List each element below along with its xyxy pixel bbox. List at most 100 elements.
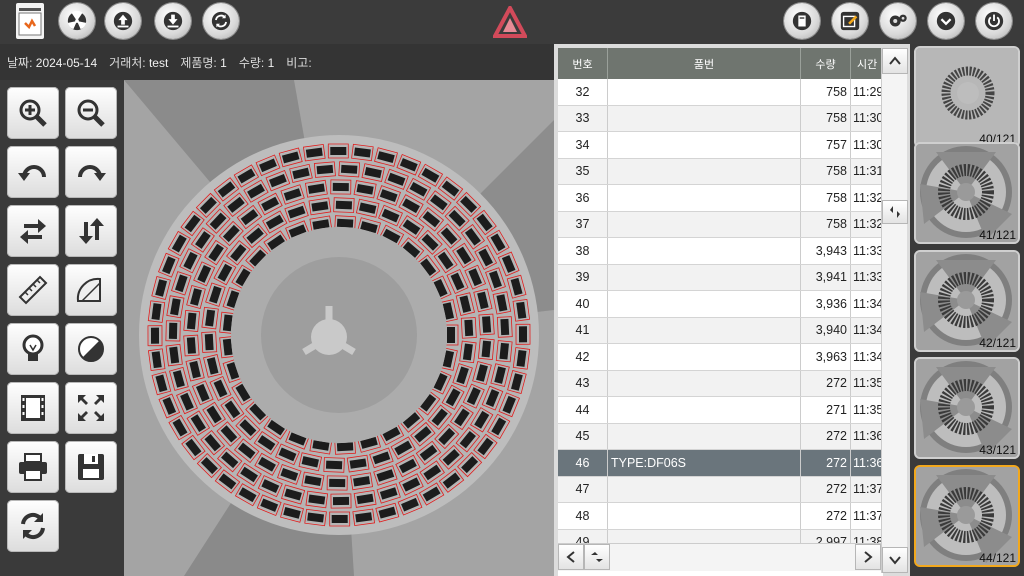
- table-row[interactable]: 35 758 11:31: [558, 158, 883, 185]
- product-field: 제품명: 1: [180, 54, 227, 71]
- top-toolbar: [0, 0, 1024, 44]
- table-row[interactable]: 38 3,943 11:33: [558, 238, 883, 265]
- flip-vertical-icon: [79, 218, 104, 244]
- logo-icon[interactable]: [16, 3, 44, 39]
- flip-vertical-button[interactable]: [65, 205, 117, 257]
- table-row[interactable]: 36 758 11:32: [558, 185, 883, 212]
- zoom-out-icon: [77, 99, 105, 127]
- table-row[interactable]: 34 757 11:30: [558, 132, 883, 159]
- cell-time: 11:33: [853, 270, 883, 285]
- power-button[interactable]: [976, 3, 1012, 39]
- edit-button[interactable]: [832, 3, 868, 39]
- print-button[interactable]: [7, 441, 59, 493]
- horizontal-scrollbar[interactable]: [558, 543, 881, 571]
- cell-time: 11:29: [853, 84, 883, 99]
- table-row[interactable]: 46 TYPE:DF06S 272 11:36: [558, 450, 883, 477]
- date-field: 날짜: 2024-05-14: [7, 54, 97, 71]
- reload-icon: [21, 512, 45, 540]
- table-row[interactable]: 39 3,941 11:33: [558, 264, 883, 291]
- scroll-up-button[interactable]: [882, 48, 908, 74]
- scroll-left-button[interactable]: [558, 544, 584, 570]
- scroll-down-button[interactable]: [882, 547, 908, 573]
- cell-time: 11:37: [853, 482, 883, 497]
- header-part[interactable]: 품번: [608, 48, 801, 79]
- download-button[interactable]: [155, 3, 191, 39]
- table-row[interactable]: 47 272 11:37: [558, 476, 883, 503]
- thumbnail-caption: 44/121: [979, 551, 1016, 565]
- table-header: 번호 품번 수량 시간: [558, 48, 883, 79]
- cell-qty: 272: [801, 370, 851, 396]
- zoom-out-button[interactable]: [65, 87, 117, 139]
- zoom-in-button[interactable]: [7, 87, 59, 139]
- fullscreen-button[interactable]: [65, 382, 117, 434]
- cell-no: 47: [558, 476, 608, 502]
- qty-field: 수량: 1: [239, 54, 274, 71]
- scroll-right-button[interactable]: [855, 544, 881, 570]
- thumbnail-item[interactable]: 44/121: [914, 465, 1020, 567]
- collapse-button[interactable]: [928, 3, 964, 39]
- edit-icon: [840, 11, 860, 31]
- note-field: 비고:: [286, 54, 311, 71]
- thumbnail-strip: 40/121 41/121 42/121 43/121 44/121: [910, 44, 1024, 576]
- upload-button[interactable]: [105, 3, 141, 39]
- thumbnail-item[interactable]: 41/121: [914, 142, 1020, 244]
- thumbnail-item[interactable]: 42/121: [914, 250, 1020, 352]
- xray-reel-image: [124, 80, 554, 576]
- header-qty[interactable]: 수량: [801, 48, 851, 79]
- settings-button[interactable]: [880, 3, 916, 39]
- scroll-h-thumb[interactable]: [584, 544, 610, 570]
- cell-qty: 3,943: [801, 238, 851, 264]
- flip-horizontal-button[interactable]: [7, 205, 59, 257]
- refresh-button[interactable]: [203, 3, 239, 39]
- cell-no: 37: [558, 211, 608, 237]
- rotate-right-button[interactable]: [65, 146, 117, 198]
- cell-time: 11:33: [853, 243, 883, 258]
- cell-part: TYPE:DF06S: [608, 450, 801, 476]
- app-window: 날짜: 2024-05-14 거래처: test 제품명: 1 수량: 1 비고…: [0, 0, 1024, 576]
- protractor-button[interactable]: [65, 264, 117, 316]
- chevron-down-icon: [889, 556, 901, 565]
- thumbnail-item[interactable]: 43/121: [914, 357, 1020, 459]
- cell-qty: 272: [801, 423, 851, 449]
- thumbnail-item[interactable]: 40/121: [914, 46, 1020, 148]
- settings-gears-icon: [889, 14, 907, 27]
- cell-part: [608, 238, 801, 264]
- drag-handle-icon: [890, 206, 900, 218]
- scroll-thumb[interactable]: [882, 200, 908, 224]
- zoom-in-icon: [19, 99, 47, 127]
- table-row[interactable]: 42 3,963 11:34: [558, 344, 883, 371]
- cell-time: 11:31: [853, 164, 883, 179]
- thumbnail-caption: 42/121: [979, 336, 1016, 350]
- table-row[interactable]: 48 272 11:37: [558, 503, 883, 530]
- table-row[interactable]: 43 272 11:35: [558, 370, 883, 397]
- table-row[interactable]: 40 3,936 11:34: [558, 291, 883, 318]
- cell-part: [608, 476, 801, 502]
- radiation-button[interactable]: [59, 3, 95, 39]
- radiation-icon: [67, 10, 87, 31]
- table-row[interactable]: 45 272 11:36: [558, 423, 883, 450]
- vertical-scrollbar[interactable]: [881, 48, 908, 573]
- film-button[interactable]: [7, 382, 59, 434]
- rotate-left-button[interactable]: [7, 146, 59, 198]
- table-body: 32 758 11:29 33 758 11:30 34 757 11:30 35 758 11:31…: [558, 79, 883, 556]
- cell-qty: 758: [801, 185, 851, 211]
- table-row[interactable]: 44 271 11:35: [558, 397, 883, 424]
- save-button[interactable]: [65, 441, 117, 493]
- brightness-button[interactable]: [7, 323, 59, 375]
- table-row[interactable]: 32 758 11:29: [558, 79, 883, 106]
- xray-image-view[interactable]: [124, 80, 554, 576]
- reload-button[interactable]: [7, 500, 59, 552]
- cell-no: 43: [558, 370, 608, 396]
- flip-horizontal-icon: [20, 219, 46, 244]
- cell-no: 46: [558, 450, 608, 476]
- download-icon: [163, 11, 183, 31]
- header-no[interactable]: 번호: [558, 48, 608, 79]
- ruler-button[interactable]: [7, 264, 59, 316]
- table-row[interactable]: 33 758 11:30: [558, 105, 883, 132]
- header-time[interactable]: 시간: [851, 48, 883, 79]
- notebook-button[interactable]: [784, 3, 820, 39]
- refresh-icon: [211, 11, 231, 31]
- table-row[interactable]: 37 758 11:32: [558, 211, 883, 238]
- table-row[interactable]: 41 3,940 11:34: [558, 317, 883, 344]
- contrast-button[interactable]: [65, 323, 117, 375]
